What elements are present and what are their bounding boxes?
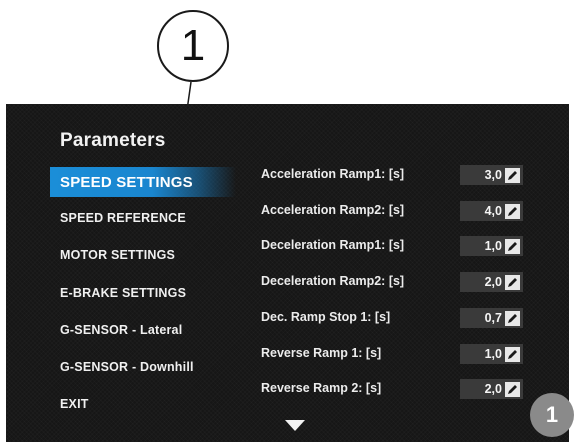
scroll-down-icon[interactable] [285, 420, 305, 431]
param-value-field[interactable]: 1,0 [460, 344, 523, 364]
pencil-icon[interactable] [505, 310, 520, 326]
menu-item-label: EXIT [60, 397, 89, 411]
param-label-acceleration-ramp2: Acceleration Ramp2: [s] [261, 203, 405, 217]
param-value-field[interactable]: 1,0 [460, 236, 523, 256]
param-label-reverse-ramp-2: Reverse Ramp 2: [s] [261, 381, 382, 395]
callout-marker: 1 [157, 10, 229, 82]
param-value-field[interactable]: 2,0 [460, 379, 523, 399]
menu-item-label: E-BRAKE SETTINGS [60, 286, 187, 300]
menu-item-exit[interactable]: EXIT [50, 389, 236, 419]
param-value: 2,0 [484, 382, 502, 396]
param-label-reverse-ramp-1: Reverse Ramp 1: [s] [261, 346, 382, 360]
parameters-screen: Parameters SPEED SETTINGS SPEED REFERENC… [6, 104, 569, 442]
param-value: 4,0 [484, 204, 502, 218]
param-value: 1,0 [484, 347, 502, 361]
callout-number: 1 [180, 21, 206, 70]
pencil-icon[interactable] [505, 167, 520, 183]
menu-item-motor-settings[interactable]: MOTOR SETTINGS [50, 240, 236, 270]
menu-item-label: SPEED SETTINGS [60, 173, 193, 191]
page-badge: 1 [530, 393, 574, 437]
pencil-icon[interactable] [505, 346, 520, 362]
param-label-deceleration-ramp1: Deceleration Ramp1: [s] [261, 238, 405, 252]
param-value: 3,0 [484, 168, 502, 182]
param-value-field[interactable]: 2,0 [460, 272, 523, 292]
menu-item-speed-settings[interactable]: SPEED SETTINGS [50, 167, 236, 197]
param-label-dec-ramp-stop-1: Dec. Ramp Stop 1: [s] [261, 310, 391, 324]
menu-item-label: SPEED REFERENCE [60, 211, 186, 225]
menu-item-speed-reference[interactable]: SPEED REFERENCE [50, 203, 236, 233]
menu-item-label: MOTOR SETTINGS [60, 248, 176, 262]
param-value: 1,0 [484, 239, 502, 253]
menu-item-label: G-SENSOR - Lateral [60, 323, 183, 337]
param-value-field[interactable]: 3,0 [460, 165, 523, 185]
param-value: 0,7 [484, 311, 502, 325]
pencil-icon[interactable] [505, 238, 520, 254]
pencil-icon[interactable] [505, 203, 520, 219]
param-value-field[interactable]: 0,7 [460, 308, 523, 328]
param-label-deceleration-ramp2: Deceleration Ramp2: [s] [261, 274, 405, 288]
param-label-acceleration-ramp1: Acceleration Ramp1: [s] [261, 167, 405, 181]
page-badge-number: 1 [545, 402, 559, 427]
screen-title: Parameters [60, 130, 166, 151]
param-value-field[interactable]: 4,0 [460, 201, 523, 221]
param-value: 2,0 [484, 275, 502, 289]
menu-item-g-sensor-lateral[interactable]: G-SENSOR - Lateral [50, 315, 236, 345]
menu-item-g-sensor-downhill[interactable]: G-SENSOR - Downhill [50, 352, 236, 382]
pencil-icon[interactable] [505, 274, 520, 290]
pencil-icon[interactable] [505, 381, 520, 397]
menu-item-label: G-SENSOR - Downhill [60, 360, 194, 374]
menu-item-e-brake-settings[interactable]: E-BRAKE SETTINGS [50, 278, 236, 308]
